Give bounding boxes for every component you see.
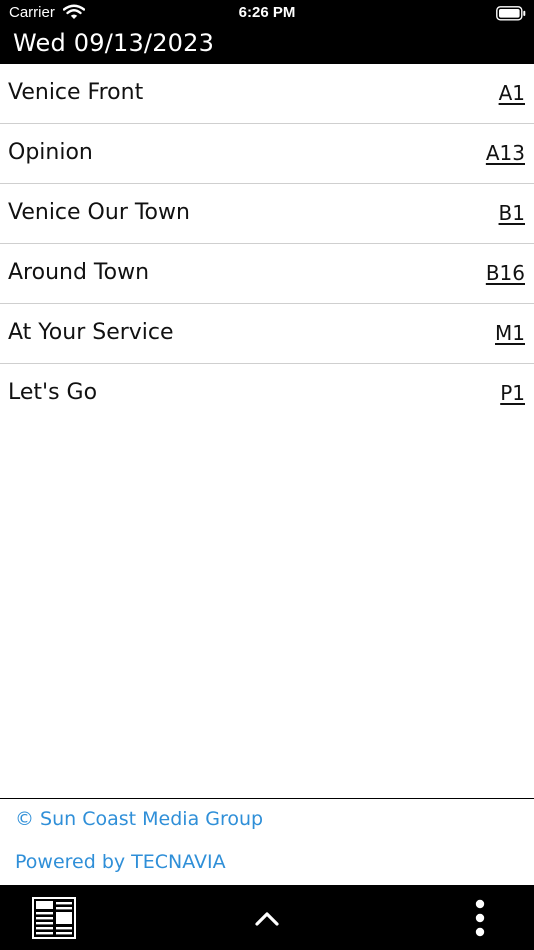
section-row[interactable]: Venice Front A1 xyxy=(0,64,534,124)
copyright-link[interactable]: © Sun Coast Media Group xyxy=(15,808,263,830)
section-page-link[interactable]: A13 xyxy=(486,141,525,165)
section-row[interactable]: Around Town B16 xyxy=(0,244,534,304)
status-time: 6:26 PM xyxy=(238,4,296,21)
section-page-link[interactable]: A1 xyxy=(499,81,525,105)
section-page-link[interactable]: M1 xyxy=(495,321,525,345)
status-bar: Carrier 6:26 PM xyxy=(0,0,534,28)
powered-by-link[interactable]: Powered by TECNAVIA xyxy=(15,851,226,873)
section-name: At Your Service xyxy=(8,320,174,345)
edition-header: Wed 09/13/2023 xyxy=(0,28,534,64)
bottom-toolbar xyxy=(0,885,534,950)
section-name: Venice Our Town xyxy=(8,200,190,225)
section-row[interactable]: Let's Go P1 xyxy=(0,364,534,423)
section-row[interactable]: At Your Service M1 xyxy=(0,304,534,364)
section-row[interactable]: Opinion A13 xyxy=(0,124,534,184)
section-page-link[interactable]: B16 xyxy=(486,261,525,285)
section-name: Venice Front xyxy=(8,80,144,105)
newspaper-icon[interactable] xyxy=(32,897,76,939)
section-row[interactable]: Venice Our Town B1 xyxy=(0,184,534,244)
section-name: Around Town xyxy=(8,260,150,285)
edition-date: Wed 09/13/2023 xyxy=(13,29,215,57)
section-page-link[interactable]: P1 xyxy=(500,381,525,405)
section-name: Opinion xyxy=(8,140,93,165)
section-name: Let's Go xyxy=(8,380,98,405)
more-vertical-icon[interactable] xyxy=(472,899,488,937)
chevron-up-icon[interactable] xyxy=(254,909,280,927)
footer-divider xyxy=(0,798,534,799)
battery-icon xyxy=(496,6,526,21)
section-list: Venice Front A1 Opinion A13 Venice Our T… xyxy=(0,64,534,423)
section-page-link[interactable]: B1 xyxy=(499,201,525,225)
